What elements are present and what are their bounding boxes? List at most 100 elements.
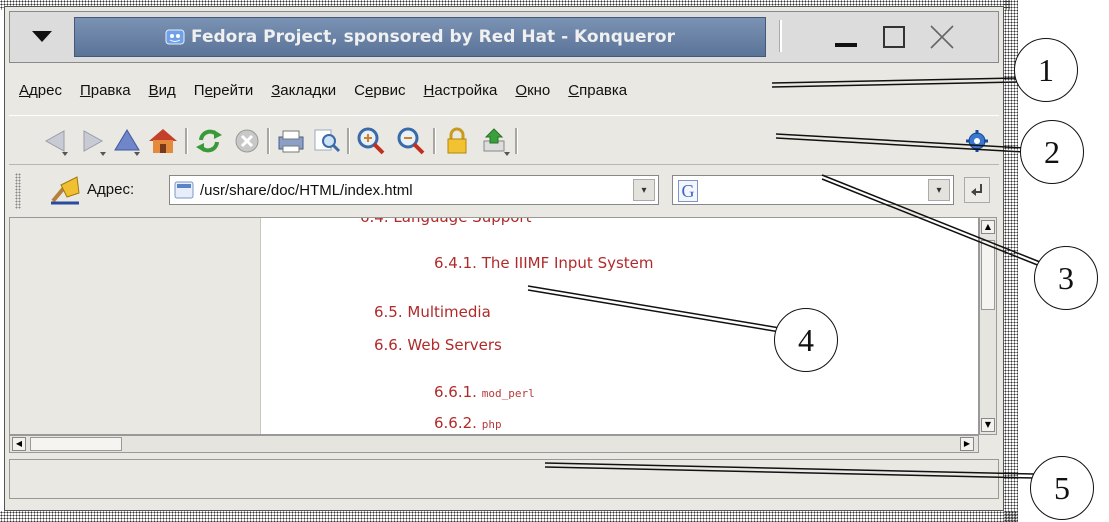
titlebar-separator — [779, 20, 782, 52]
minimize-icon — [835, 43, 857, 47]
menu-item[interactable]: Настройка — [415, 82, 507, 99]
location-input[interactable]: /usr/share/doc/HTML/index.html ▾ — [169, 175, 659, 205]
scroll-left-button[interactable]: ◀ — [12, 437, 26, 451]
menu-accelerator: С — [568, 81, 580, 99]
menu-accelerator: Н — [423, 81, 435, 99]
menu-item-text: рвис — [373, 81, 406, 99]
toolbar-drag-handle[interactable] — [15, 173, 21, 209]
toolbar-separator — [433, 128, 436, 154]
menu-item-text: равка — [90, 81, 131, 99]
menu-item[interactable]: Перейти — [185, 82, 262, 99]
back-button[interactable] — [39, 124, 71, 158]
clear-location-broom-icon[interactable] — [49, 175, 83, 205]
menu-item[interactable]: Сервис — [345, 82, 414, 99]
maximize-button[interactable] — [876, 20, 912, 54]
lock-icon — [447, 127, 467, 154]
title-bar: Fedora Project, sponsored by Red Hat - K… — [9, 11, 999, 63]
window-title: Fedora Project, sponsored by Red Hat - K… — [191, 27, 675, 47]
menu-item-text: правка — [579, 81, 628, 99]
menu-item-text: ид — [158, 81, 176, 99]
reload-icon — [196, 129, 222, 153]
menu-item[interactable]: Справка — [559, 82, 636, 99]
scroll-up-button[interactable]: ▲ — [981, 220, 995, 234]
stop-button[interactable] — [231, 124, 263, 158]
location-history-dropdown[interactable]: ▾ — [633, 179, 655, 201]
toc-link[interactable]: 6.6.1. mod_perl — [434, 383, 535, 401]
search-input[interactable]: G ▾ — [672, 175, 954, 205]
location-toolbar: Адрес: /usr/share/doc/HTML/index.html ▾ … — [9, 167, 999, 215]
menu-item-text: дрес — [29, 81, 62, 99]
download-icon — [483, 128, 510, 156]
zoom-in-button[interactable] — [355, 124, 387, 158]
menu-item-text: рейти — [212, 81, 254, 99]
print-icon — [278, 130, 304, 153]
download-button[interactable] — [479, 124, 511, 158]
menu-item[interactable]: Окно — [506, 82, 559, 99]
toc-link[interactable]: 6.6. Web Servers — [374, 336, 502, 354]
toc-link[interactable]: 6.4.1. The IIIMF Input System — [434, 254, 654, 272]
toc-item-partial[interactable]: 6.4. Language Support — [360, 218, 531, 226]
menu-item[interactable]: Адрес — [9, 82, 71, 99]
security-button[interactable] — [441, 124, 473, 158]
konqueror-app-icon — [165, 29, 185, 45]
window-title-plate[interactable]: Fedora Project, sponsored by Red Hat - K… — [74, 17, 766, 57]
toc-link[interactable]: 6.5. Multimedia — [374, 303, 491, 321]
menu-bar: Адрес Правка Вид Перейти Закладки Сервис Настр… — [9, 67, 999, 113]
page-favicon — [174, 181, 194, 199]
zoom-out-button[interactable] — [395, 124, 427, 158]
zoom-out-icon — [397, 127, 425, 155]
callout-5: 5 — [1030, 456, 1094, 520]
menu-item-text: С — [354, 81, 365, 99]
scroll-right-button[interactable]: ▶ — [960, 437, 974, 451]
menu-item[interactable]: Закладки — [262, 82, 345, 99]
forward-button[interactable] — [77, 124, 109, 158]
horizontal-scrollbar[interactable]: ◀ ▶ — [9, 435, 979, 453]
status-bar — [9, 459, 999, 499]
toc-code: php — [481, 418, 502, 431]
menu-item-text: кно — [527, 81, 551, 99]
triangle-down-icon — [32, 31, 52, 42]
menu-accelerator: З — [271, 81, 281, 99]
zoom-in-icon — [357, 127, 385, 155]
print-button[interactable] — [275, 124, 307, 158]
stop-icon — [235, 129, 259, 153]
maximize-icon — [883, 26, 905, 48]
toc-link[interactable]: 6.6.2. php — [434, 414, 502, 432]
toolbar-separator — [185, 128, 188, 154]
toc-number: 6.6.2. — [434, 414, 477, 432]
go-button[interactable] — [964, 177, 990, 203]
menu-accelerator: е — [204, 81, 213, 99]
konqueror-window: Fedora Project, sponsored by Red Hat - K… — [4, 6, 1004, 511]
vertical-scroll-thumb[interactable] — [981, 240, 995, 310]
home-button[interactable] — [147, 124, 179, 158]
callout-4: 4 — [774, 308, 838, 372]
window-menu-button[interactable] — [16, 18, 68, 56]
back-icon — [44, 130, 68, 156]
reload-button[interactable] — [193, 124, 225, 158]
vertical-scrollbar[interactable]: ▲ ▼ — [979, 217, 997, 435]
horizontal-scroll-thumb[interactable] — [30, 437, 122, 451]
minimize-button[interactable] — [828, 20, 864, 54]
menu-item[interactable]: Вид — [140, 82, 185, 99]
page-left-margin — [10, 218, 261, 434]
find-button[interactable] — [311, 124, 343, 158]
home-icon — [149, 129, 177, 153]
search-engine-dropdown[interactable]: ▾ — [928, 179, 950, 201]
location-url: /usr/share/doc/HTML/index.html — [200, 182, 413, 199]
callout-1: 1 — [1014, 38, 1078, 102]
up-button[interactable] — [111, 124, 143, 158]
menu-item[interactable]: Правка — [71, 82, 140, 99]
callout-3: 3 — [1034, 246, 1098, 310]
google-search-icon[interactable]: G — [678, 180, 698, 202]
toc-number: 6.6.1. — [434, 383, 477, 401]
toolbar-separator — [347, 128, 350, 154]
main-toolbar — [9, 115, 999, 165]
scroll-down-button[interactable]: ▼ — [981, 418, 995, 432]
konqueror-settings-button[interactable] — [961, 124, 993, 158]
menu-item-text: акладки — [280, 81, 337, 99]
up-icon — [114, 129, 140, 156]
menu-accelerator: В — [148, 81, 159, 99]
close-button[interactable] — [924, 20, 960, 54]
forward-icon — [83, 130, 106, 156]
menu-item-text: П — [193, 81, 205, 99]
